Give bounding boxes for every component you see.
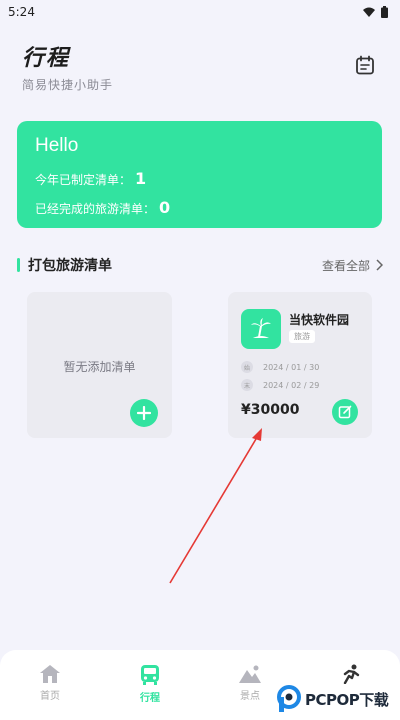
section-title: 打包旅游清单: [17, 255, 112, 275]
end-date: 2024 / 02 / 29: [263, 380, 320, 390]
edit-icon: [338, 405, 352, 419]
end-date-badge: 末: [241, 379, 253, 391]
section-title-text: 打包旅游清单: [28, 258, 112, 274]
see-all-label: 查看全部: [321, 258, 370, 273]
tab-attractions-label: 景点: [240, 691, 260, 702]
chevron-right-icon: [376, 259, 383, 271]
planned-count: 1: [135, 169, 147, 188]
empty-list-card: 暂无添加清单: [27, 292, 172, 438]
greeting: Hello: [35, 135, 79, 156]
battery-icon: [381, 6, 388, 18]
mountain-icon: [239, 665, 261, 683]
start-date-row: 始 2024 / 01 / 30: [241, 361, 319, 373]
start-date-badge: 始: [241, 361, 253, 373]
watermark-logo-icon: [277, 685, 301, 712]
tab-itinerary-label: 行程: [140, 693, 160, 704]
trip-price: ¥30000: [241, 402, 300, 418]
trip-icon-tile: [241, 309, 281, 349]
done-row: 已经完成的旅游清单： 0: [35, 198, 364, 217]
trip-tag: 旅游: [289, 330, 315, 343]
palm-tree-icon: [251, 318, 271, 338]
watermark-text: PCPOP下载: [305, 690, 389, 709]
page-subtitle: 简易快捷小助手: [22, 78, 114, 92]
end-date-row: 末 2024 / 02 / 29: [241, 379, 319, 391]
bus-icon: [141, 665, 159, 685]
home-icon: [40, 665, 60, 683]
planned-row: 今年已制定清单： 1: [35, 169, 364, 188]
wifi-icon: [363, 7, 375, 17]
section-accent-bar: [17, 258, 20, 272]
calendar-button[interactable]: [354, 54, 376, 76]
summary-card: Hello 今年已制定清单： 1 已经完成的旅游清单： 0: [17, 121, 382, 228]
planned-label: 今年已制定清单：: [35, 173, 132, 187]
page-title: 行程: [22, 46, 71, 71]
trip-name: 当快软件园: [289, 313, 350, 327]
done-count: 0: [159, 198, 171, 217]
empty-text: 暂无添加清单: [63, 360, 136, 374]
plus-icon: [137, 406, 151, 420]
tab-home[interactable]: 首页: [0, 650, 100, 720]
packing-section-header: 打包旅游清单 查看全部: [17, 255, 383, 275]
run-icon: [343, 664, 360, 684]
calendar-icon: [356, 55, 374, 75]
trip-card[interactable]: 当快软件园 旅游 始 2024 / 01 / 30 末 2024 / 02 / …: [228, 292, 372, 438]
done-label: 已经完成的旅游清单：: [35, 202, 156, 216]
edit-trip-button[interactable]: [332, 399, 358, 425]
tab-home-label: 首页: [40, 691, 60, 702]
add-list-button[interactable]: [130, 399, 158, 427]
see-all-link[interactable]: 查看全部: [322, 257, 383, 274]
status-icons: [363, 6, 388, 18]
start-date: 2024 / 01 / 30: [263, 362, 320, 372]
tab-itinerary[interactable]: 行程: [100, 650, 200, 720]
watermark: PCPOP下载: [276, 684, 400, 714]
status-time: 5:24: [8, 5, 35, 19]
status-bar: 5:24: [0, 0, 400, 24]
